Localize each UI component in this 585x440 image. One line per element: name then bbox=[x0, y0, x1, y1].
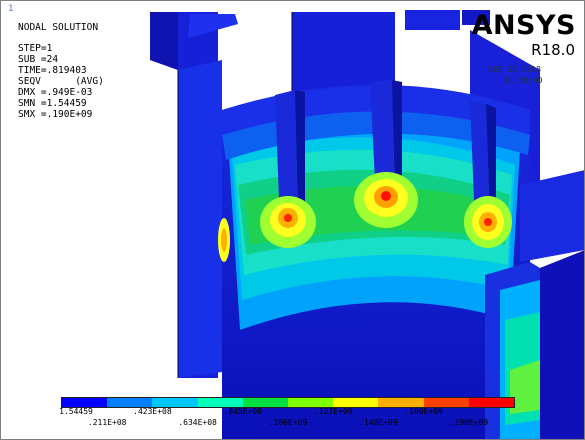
plot-date: SEP 28 2018 bbox=[488, 65, 541, 74]
legend-label: .634E+08 bbox=[178, 418, 217, 427]
legend-color-band bbox=[423, 398, 469, 407]
window-number: 1 bbox=[8, 4, 14, 14]
legend-color-band bbox=[107, 398, 153, 407]
info-line: SMN =1.54459 bbox=[18, 98, 87, 109]
info-line: SUB =24 bbox=[18, 54, 59, 65]
info-line: DMX =.949E-03 bbox=[18, 87, 93, 98]
legend-label: .106E+09 bbox=[268, 418, 308, 427]
legend-label: .190E+09 bbox=[449, 418, 489, 427]
legend-color-band bbox=[242, 398, 289, 407]
legend-color-band bbox=[333, 398, 379, 407]
legend-color-band bbox=[152, 398, 198, 407]
legend-color-band bbox=[288, 398, 334, 407]
info-line: SMX =.190E+09 bbox=[18, 109, 93, 120]
contour-legend-bar bbox=[61, 397, 515, 408]
legend-label: .211E+08 bbox=[87, 418, 127, 427]
legend-label: .148E+09 bbox=[359, 418, 398, 427]
legend-label: .169E+09 bbox=[404, 407, 443, 416]
plot-time: 11:55:40 bbox=[504, 76, 543, 85]
shell-edge-hotspot bbox=[218, 218, 230, 262]
legend-color-band bbox=[468, 398, 515, 407]
ansys-graphics-window[interactable]: 1 NODAL SOLUTION STEP=1 SUB =24 TIME=.81… bbox=[0, 0, 585, 440]
info-line: NODAL SOLUTION bbox=[18, 22, 99, 33]
ansys-version: R18.0 bbox=[531, 41, 575, 59]
info-line: STEP=1 bbox=[18, 43, 53, 54]
legend-color-band bbox=[197, 398, 243, 407]
info-line: SEQV (AVG) bbox=[18, 76, 104, 87]
ansys-logo-word: ANSYS bbox=[471, 10, 576, 41]
legend-label: .845E+08 bbox=[223, 407, 263, 416]
legend-label: .423E+08 bbox=[133, 407, 172, 416]
legend-label: .127E+09 bbox=[313, 407, 353, 416]
legend-color-band bbox=[62, 398, 108, 407]
info-line: TIME=.819403 bbox=[18, 65, 87, 76]
legend-label: 1.54459 bbox=[59, 407, 93, 416]
legend-color-band bbox=[378, 398, 424, 407]
